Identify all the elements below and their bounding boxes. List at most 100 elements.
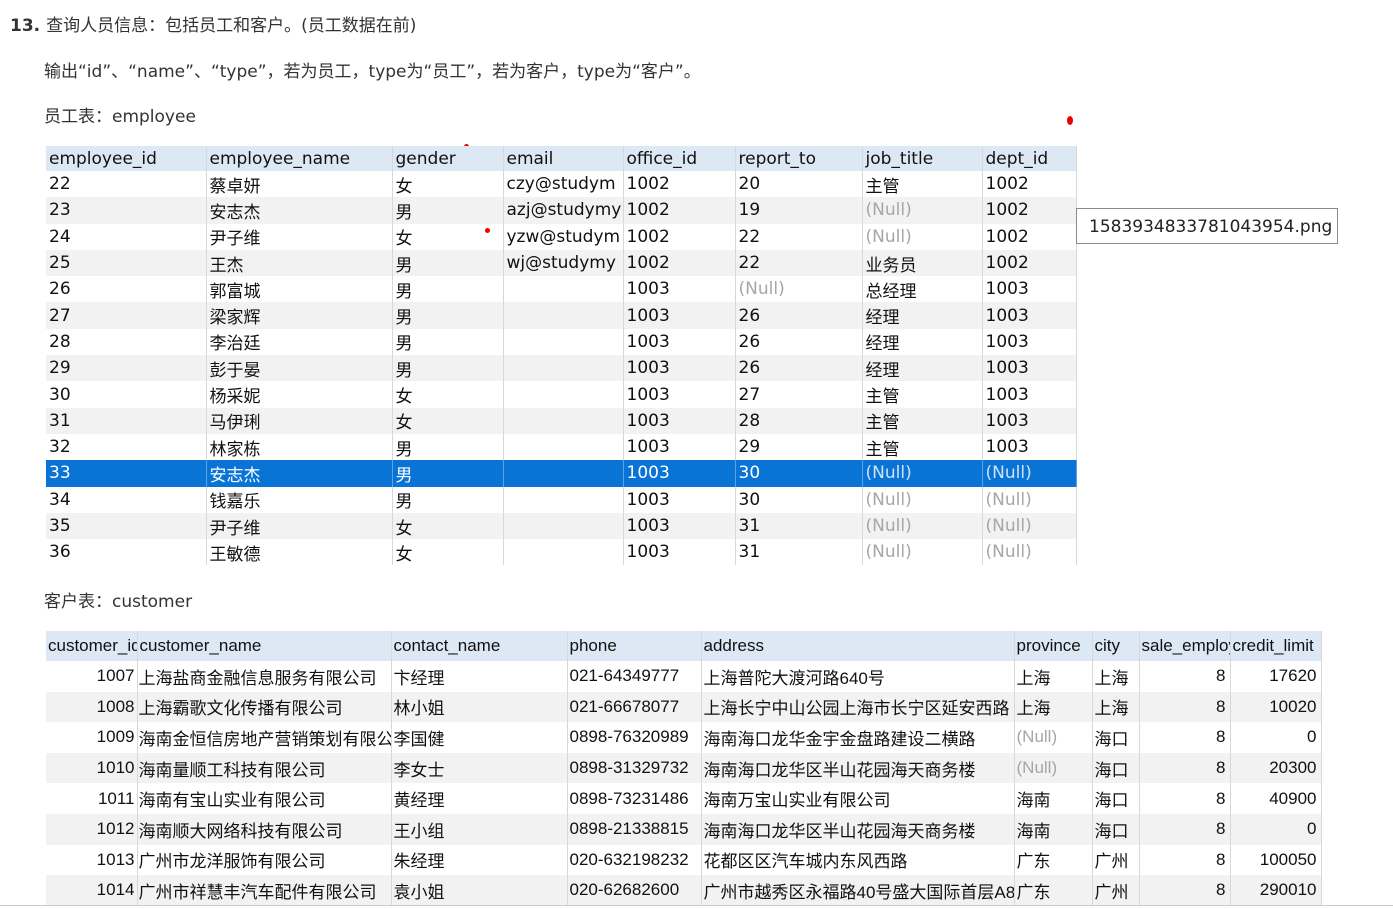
column-header-employee-name[interactable]: employee_name (206, 146, 393, 171)
table-cell[interactable]: 24 (46, 223, 207, 250)
table-row[interactable]: 1014 广州市祥慧丰汽车配件有限公司 袁小姐 020-62682600 广州市越秀区永… (46, 875, 1322, 906)
table-cell[interactable]: 27 (735, 381, 863, 408)
table-cell[interactable]: 李国健 (391, 722, 568, 753)
table-cell[interactable]: 1002 (623, 171, 736, 198)
table-cell[interactable]: 男 (392, 460, 504, 487)
table-row[interactable]: 31 马伊琍 女 1003 28 主管 1003 (46, 407, 1077, 434)
table-row[interactable]: 28 李治廷 男 1003 26 经理 1003 (46, 328, 1077, 356)
table-cell[interactable]: 上海普陀大渡河路640号 (701, 661, 1015, 692)
table-cell[interactable]: 男 (392, 433, 504, 461)
table-cell[interactable]: 蔡卓妍 (206, 171, 393, 198)
table-cell[interactable]: 33 (46, 460, 207, 487)
table-cell[interactable]: 彭于晏 (206, 355, 393, 382)
table-cell[interactable]: 0 (1230, 813, 1322, 845)
table-cell[interactable]: 男 (392, 249, 504, 277)
table-row[interactable]: 27 梁家辉 男 1003 26 经理 1003 (46, 302, 1077, 329)
table-cell[interactable]: 8 (1139, 722, 1231, 753)
table-cell[interactable]: 1003 (982, 407, 1077, 434)
table-cell[interactable]: 海南万宝山实业有限公司 (701, 783, 1015, 814)
table-cell[interactable]: 经理 (862, 302, 983, 329)
table-cell[interactable]: (Null) (735, 276, 863, 303)
table-cell[interactable]: 1002 (623, 197, 736, 224)
table-cell[interactable]: 广州 (1092, 875, 1140, 906)
table-cell[interactable]: 19 (735, 197, 863, 224)
table-cell[interactable]: 广州市祥慧丰汽车配件有限公司 (137, 875, 392, 906)
table-cell[interactable]: wj@studymy (503, 249, 624, 277)
table-cell[interactable]: 袁小姐 (391, 875, 568, 906)
table-cell[interactable]: 上海长宁中山公园上海市长宁区延安西路 (701, 691, 1015, 723)
table-cell[interactable]: 8 (1139, 813, 1231, 845)
table-cell[interactable]: 男 (392, 276, 504, 303)
table-cell[interactable]: 林小姐 (391, 691, 568, 723)
table-cell[interactable]: 海南 (1014, 783, 1093, 814)
table-cell[interactable]: 男 (392, 197, 504, 224)
table-cell[interactable]: 8 (1139, 691, 1231, 723)
table-row[interactable]: 22 蔡卓妍 女 czy@studym 1002 20 主管 1002 (46, 171, 1077, 198)
table-cell[interactable]: 20 (735, 171, 863, 198)
table-cell[interactable]: 1003 (623, 539, 736, 566)
table-cell[interactable]: 上海 (1014, 661, 1093, 692)
column-header-credit-limit[interactable]: credit_limit (1230, 631, 1322, 661)
table-cell[interactable]: 1003 (623, 381, 736, 408)
table-cell[interactable]: 卞经理 (391, 661, 568, 692)
table-cell[interactable]: 10020 (1230, 691, 1322, 723)
column-header-phone[interactable]: phone (567, 631, 702, 661)
table-cell[interactable]: 主管 (862, 407, 983, 434)
table-cell[interactable]: (Null) (982, 512, 1077, 540)
table-cell[interactable]: 40900 (1230, 783, 1322, 814)
table-cell[interactable]: 梁家辉 (206, 302, 393, 329)
table-cell[interactable]: 28 (46, 328, 207, 356)
table-cell[interactable]: czy@studym (503, 171, 624, 198)
table-cell[interactable]: 经理 (862, 328, 983, 356)
table-cell[interactable]: (Null) (982, 486, 1077, 513)
table-cell[interactable]: 1014 (46, 875, 138, 906)
table-cell[interactable]: (Null) (1014, 722, 1093, 753)
table-cell[interactable] (503, 407, 624, 434)
table-cell[interactable]: 海南顺大网络科技有限公司 (137, 813, 392, 845)
table-cell[interactable]: 李女士 (391, 752, 568, 784)
table-cell[interactable]: 广东 (1014, 875, 1093, 906)
table-cell[interactable]: 海南海口龙华区半山花园海天商务楼 (701, 813, 1015, 845)
table-row[interactable]: 23 安志杰男 azj@studymy 1002 19 (Null) 1002 (46, 197, 1077, 224)
table-cell[interactable]: 021-66678077 (567, 691, 702, 723)
table-cell[interactable]: 0898-21338815 (567, 813, 702, 845)
table-cell[interactable]: 1002 (982, 249, 1077, 277)
table-cell[interactable]: 021-64349777 (567, 661, 702, 692)
table-cell[interactable]: 8 (1139, 752, 1231, 784)
column-header-city[interactable]: city (1092, 631, 1140, 661)
table-row[interactable]: 24 尹子维女 yzw@studym 1002 22 (Null) 1002 (46, 223, 1077, 250)
column-header-dept-id[interactable]: dept_id (982, 146, 1077, 171)
table-cell[interactable]: 海南 (1014, 813, 1093, 845)
table-cell[interactable]: 1003 (623, 355, 736, 382)
table-cell[interactable]: 业务员 (862, 249, 983, 277)
table-cell[interactable]: 17620 (1230, 661, 1322, 692)
table-cell[interactable]: 22 (735, 249, 863, 277)
table-cell[interactable]: 马伊琍 (206, 407, 393, 434)
table-cell[interactable]: 广东 (1014, 844, 1093, 876)
table-row[interactable]: 35 尹子维 女 1003 31 (Null) (Null) (46, 512, 1077, 540)
table-cell[interactable]: 1003 (982, 328, 1077, 356)
table-cell[interactable]: 1007 (46, 661, 138, 692)
table-cell[interactable]: 安志杰 (206, 197, 393, 224)
column-header-contact-name[interactable]: contact_name (391, 631, 568, 661)
column-header-customer-id[interactable]: customer_id (46, 631, 138, 661)
table-cell[interactable]: 0898-73231486 (567, 783, 702, 814)
table-cell[interactable]: 32 (46, 433, 207, 461)
table-cell[interactable]: 23 (46, 197, 207, 224)
table-cell[interactable]: 1012 (46, 813, 138, 845)
table-cell[interactable]: 杨采妮 (206, 381, 393, 408)
table-cell[interactable]: 海南海口龙华区半山花园海天商务楼 (701, 752, 1015, 784)
table-cell[interactable]: 1003 (623, 407, 736, 434)
table-cell[interactable]: (Null) (862, 197, 983, 224)
table-cell[interactable]: 李治廷 (206, 328, 393, 356)
table-cell[interactable]: (Null) (862, 460, 983, 487)
table-row[interactable]: 32 林家栋 男 1003 29 主管 1003 (46, 433, 1077, 461)
table-cell[interactable]: 29 (46, 355, 207, 382)
table-cell[interactable]: 020-632198232 (567, 844, 702, 876)
table-cell[interactable]: 1013 (46, 844, 138, 876)
column-header-employee-id[interactable]: employee_id (46, 146, 207, 171)
table-cell[interactable]: 广州 (1092, 844, 1140, 876)
table-cell[interactable]: (Null) (1014, 752, 1093, 784)
table-cell[interactable]: 安志杰 (206, 460, 393, 487)
table-cell[interactable]: 8 (1139, 844, 1231, 876)
